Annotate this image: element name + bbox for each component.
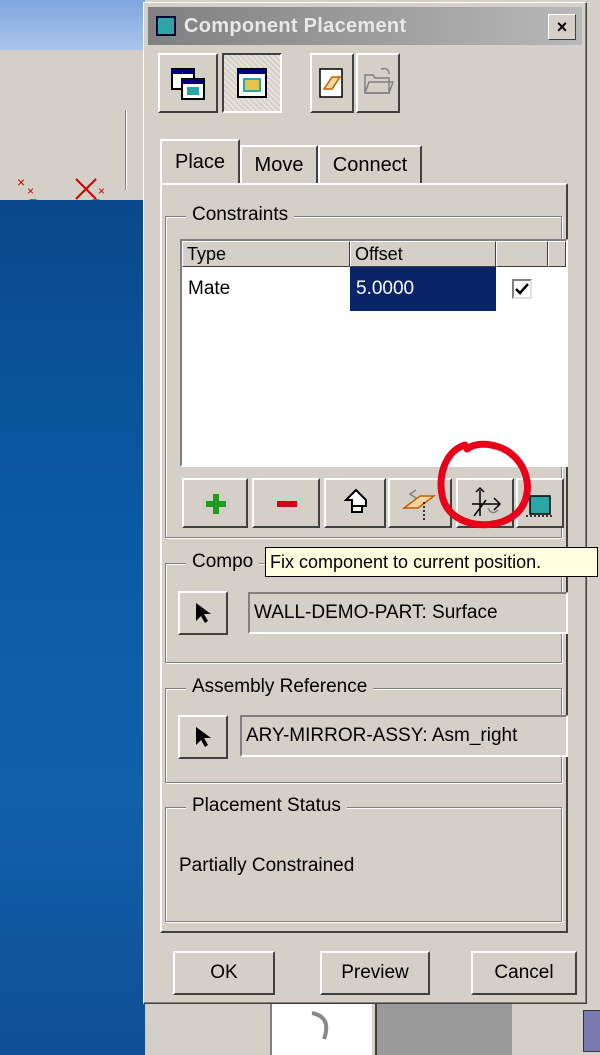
flip-icon — [343, 488, 367, 513]
package-button[interactable] — [310, 53, 354, 113]
assembly-reference-field[interactable]: ARY-MIRROR-ASSY: Asm_right — [240, 715, 568, 757]
dialog-title: Component Placement — [184, 14, 407, 37]
tab-connect[interactable]: Connect — [318, 145, 422, 183]
assembly-reference-label: Assembly Reference — [186, 676, 374, 698]
svg-text:×: × — [27, 184, 34, 198]
background-toolbar: × × × — [0, 50, 145, 207]
open-button — [356, 53, 400, 113]
dialog-titlebar[interactable]: Component Placement × — [148, 7, 582, 45]
add-constraint-button[interactable] — [182, 478, 248, 528]
placement-status-label: Placement Status — [186, 795, 347, 817]
background-bottom-panel — [270, 1000, 600, 1055]
tooltip: Fix component to current position. — [265, 547, 598, 577]
assume-constraint-button[interactable] — [388, 478, 452, 528]
tab-place[interactable]: Place — [160, 139, 240, 183]
graphics-canvas[interactable] — [0, 200, 145, 1055]
column-header-type[interactable]: Type — [182, 241, 350, 267]
constraint-type-cell[interactable]: Mate — [182, 267, 350, 311]
placement-status-value: Partially Constrained — [179, 855, 355, 876]
component-placement-dialog: Component Placement × Place Move Connect… — [143, 2, 587, 1004]
minus-icon — [277, 501, 297, 507]
package-icon — [319, 68, 343, 98]
background-box — [583, 1010, 600, 1052]
assembly-window-icon — [171, 68, 205, 100]
fix-position-icon — [472, 486, 502, 517]
assembly-window-button[interactable] — [158, 53, 218, 113]
checkmark-icon — [515, 283, 529, 295]
background-pane — [375, 1000, 512, 1055]
separate-window-icon — [237, 68, 267, 98]
svg-text:×: × — [98, 184, 105, 198]
separate-window-button[interactable] — [222, 53, 282, 113]
tab-move[interactable]: Move — [240, 145, 318, 183]
default-placement-icon — [526, 495, 554, 517]
cursor-arrow-icon — [196, 727, 211, 747]
column-header-offset[interactable]: Offset — [350, 241, 496, 267]
dialog-app-icon — [156, 16, 176, 36]
background-titlebar — [0, 0, 145, 50]
svg-text:×: × — [17, 174, 25, 190]
arrow-icon — [311, 1011, 329, 1040]
ok-button[interactable]: OK — [173, 951, 275, 995]
delete-constraint-button[interactable] — [252, 478, 320, 528]
plus-icon — [206, 494, 226, 514]
column-header-filler — [548, 241, 566, 267]
default-placement-button[interactable] — [516, 478, 564, 528]
constraint-enabled-checkbox[interactable] — [512, 279, 532, 299]
column-header-enabled[interactable] — [496, 241, 548, 267]
open-folder-icon — [363, 67, 395, 94]
cancel-button[interactable]: Cancel — [471, 951, 577, 995]
cursor-arrow-icon — [196, 603, 211, 623]
preview-button[interactable]: Preview — [320, 951, 430, 995]
constraints-list[interactable]: Type Offset Mate 5.0000 — [180, 239, 568, 467]
fix-component-button[interactable] — [456, 478, 514, 528]
move-up-button[interactable] — [324, 478, 386, 528]
constraints-label: Constraints — [186, 204, 295, 226]
component-reference-label: Compo — [186, 551, 260, 573]
assembly-reference-select-button[interactable] — [178, 715, 228, 759]
background-pane — [270, 1000, 372, 1055]
constraint-offset-cell[interactable]: 5.0000 — [350, 267, 496, 311]
component-reference-select-button[interactable] — [178, 591, 228, 635]
assumption-icon — [401, 489, 437, 520]
component-reference-field[interactable]: WALL-DEMO-PART: Surface — [248, 592, 568, 634]
toolbar-separator — [125, 110, 127, 190]
close-button[interactable]: × — [548, 14, 576, 40]
